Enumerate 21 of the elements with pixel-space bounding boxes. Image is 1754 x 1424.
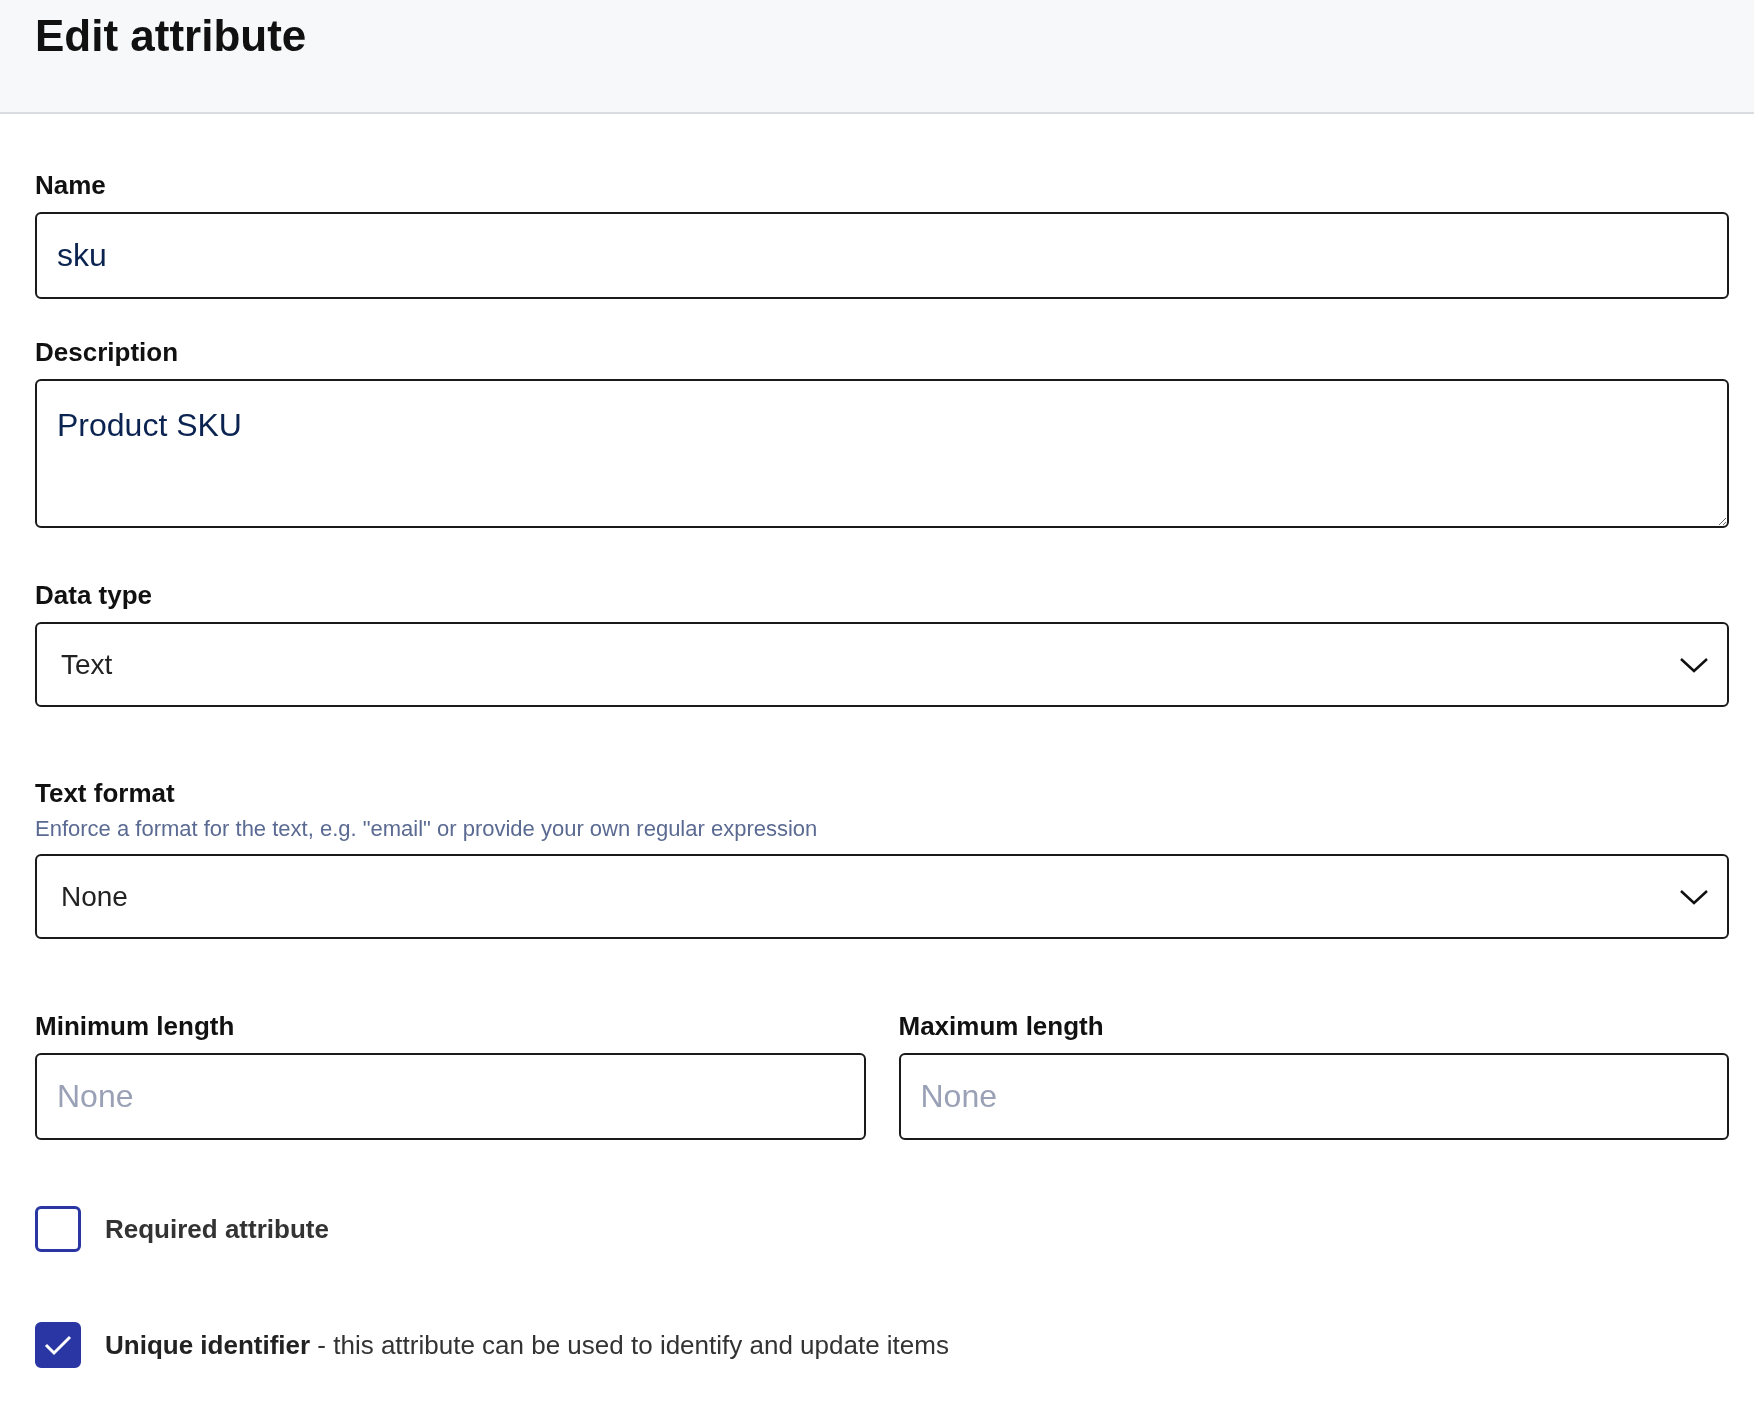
text-input[interactable]: sku xyxy=(35,212,1729,299)
textarea-input[interactable]: Product SKU xyxy=(35,379,1729,528)
field-label: Description xyxy=(35,336,179,369)
field-label: Maximum length xyxy=(898,1010,1104,1043)
text-input[interactable]: None xyxy=(35,1053,866,1140)
text-input[interactable]: None xyxy=(898,1053,1729,1140)
checkbox-label: Unique identifier - this attribute can be used to identify and update items xyxy=(105,1329,949,1361)
dropdown[interactable]: Text xyxy=(35,622,1729,707)
field-label: Name xyxy=(35,169,106,202)
checkbox[interactable] xyxy=(35,1206,81,1252)
chevron-down-icon xyxy=(1679,655,1709,674)
dropdown[interactable]: None xyxy=(35,854,1729,939)
check-icon xyxy=(44,1334,72,1356)
field-hint: Enforce a format for the text, e.g. "email" or provide your own regular expression xyxy=(35,815,818,843)
chevron-down-icon xyxy=(1679,887,1709,906)
checkbox-label: Required attribute xyxy=(105,1213,329,1245)
page-title: Edit attribute xyxy=(35,10,307,62)
field-label: Minimum length xyxy=(35,1010,235,1043)
field-label: Text format xyxy=(35,777,175,810)
checkbox[interactable] xyxy=(35,1322,81,1368)
field-label: Data type xyxy=(35,579,153,612)
